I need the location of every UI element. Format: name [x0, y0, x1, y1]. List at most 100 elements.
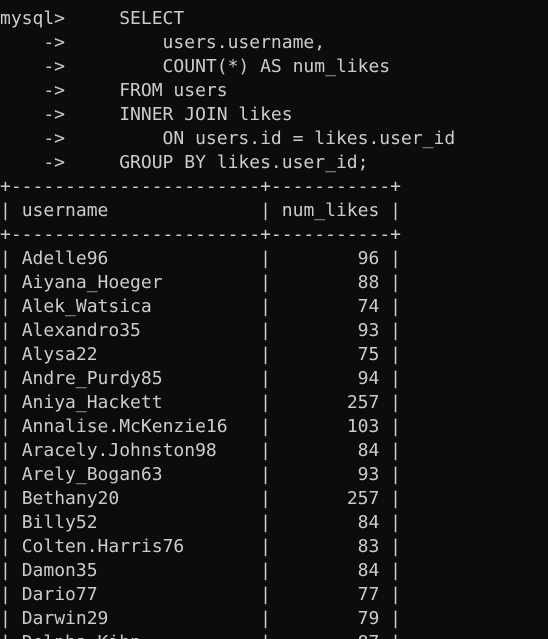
padding: | — [97, 560, 358, 581]
query-line: -> COUNT(*) AS num_likes — [0, 55, 455, 79]
padding: | — [162, 368, 358, 389]
column-separator: | — [0, 440, 22, 461]
column-header-username: username — [21, 200, 109, 221]
column-separator: | — [379, 512, 402, 533]
cell-username: Delpha.Kihn — [22, 632, 141, 639]
border-text: +-----------------------+-----------+ — [0, 176, 401, 197]
table-row: | Alysa22 | 75 | — [0, 343, 455, 367]
column-separator: | — [0, 416, 22, 437]
column-separator: | — [379, 632, 401, 639]
query-line: -> FROM users — [0, 79, 455, 103]
cell-num-likes: 94 — [357, 368, 380, 389]
padding: | — [162, 272, 358, 293]
cell-num-likes: 103 — [346, 416, 380, 437]
cell-username: Aniya_Hackett — [21, 392, 163, 413]
padding: | — [216, 440, 358, 461]
padding: | — [97, 584, 358, 605]
column-separator: | — [0, 488, 22, 509]
padding: | — [97, 344, 358, 365]
cell-num-likes: 84 — [357, 512, 380, 533]
table-row: | Dario77 | 77 | — [0, 583, 455, 607]
column-separator: | — [0, 464, 22, 485]
column-separator: | — [379, 296, 402, 317]
table-row: | Colten.Harris76 | 83 | — [0, 535, 455, 559]
cell-username: Dario77 — [21, 584, 98, 605]
column-separator: | — [0, 200, 22, 221]
cell-username: Alexandro35 — [21, 320, 141, 341]
table-row: | Aracely.Johnston98 | 84 | — [0, 439, 455, 463]
column-separator: | — [379, 560, 402, 581]
column-separator: | — [379, 272, 402, 293]
column-separator: | — [379, 368, 402, 389]
cell-username: Aracely.Johnston98 — [21, 440, 217, 461]
column-separator: | — [0, 296, 22, 317]
table-row: | Alexandro35 | 93 | — [0, 319, 455, 343]
column-separator: | — [0, 392, 22, 413]
padding: | — [140, 320, 358, 341]
table-row: | Adelle96 | 96 | — [0, 247, 455, 271]
cell-num-likes: 77 — [357, 584, 380, 605]
cell-username: Colten.Harris76 — [21, 536, 185, 557]
query-line: -> ON users.id = likes.user_id — [0, 127, 455, 151]
table-row: | Delpha.Kihn | 87 | — [0, 631, 455, 639]
column-separator: | — [0, 344, 22, 365]
cell-username: Aiyana_Hoeger — [21, 272, 163, 293]
cell-num-likes: 84 — [357, 440, 380, 461]
column-separator: | — [379, 440, 402, 461]
border-text: +-----------------------+-----------+ — [0, 224, 401, 245]
table-row: | Andre_Purdy85 | 94 | — [0, 367, 455, 391]
column-separator: | — [0, 560, 22, 581]
column-separator: | — [379, 488, 402, 509]
query-line: mysql> SELECT — [0, 7, 455, 31]
table-row: | Aiyana_Hoeger | 88 | — [0, 271, 455, 295]
padding: | — [141, 632, 358, 639]
column-separator: | — [0, 608, 22, 629]
padding: | — [97, 512, 358, 533]
query-line: -> GROUP BY likes.user_id; — [0, 151, 455, 175]
query-line: -> INNER JOIN likes — [0, 103, 455, 127]
sql-text: users.username, — [75, 32, 326, 53]
column-header-num-likes: num_likes — [281, 200, 380, 221]
sql-text: GROUP BY likes.user_id; — [75, 152, 369, 173]
padding: | — [151, 296, 358, 317]
table-row: | Arely_Bogan63 | 93 | — [0, 463, 455, 487]
cell-username: Darwin29 — [21, 608, 109, 629]
column-separator: | — [0, 272, 22, 293]
column-separator: | — [379, 416, 402, 437]
table-border: +-----------------------+-----------+ — [0, 223, 455, 247]
column-separator: | — [379, 320, 402, 341]
table-row: | Aniya_Hackett | 257 | — [0, 391, 455, 415]
table-row: | Bethany20 | 257 | — [0, 487, 455, 511]
prompt: -> — [0, 128, 76, 149]
prompt: -> — [0, 56, 76, 77]
cell-username: Billy52 — [21, 512, 98, 533]
column-separator: | — [0, 368, 22, 389]
table-row: | Billy52 | 84 | — [0, 511, 455, 535]
table-row: | Alek_Watsica | 74 | — [0, 295, 455, 319]
cell-username: Damon35 — [21, 560, 98, 581]
terminal-window[interactable]: mysql> SELECT -> users.username, -> COUN… — [0, 0, 548, 639]
prompt: -> — [0, 104, 76, 125]
cell-num-likes: 257 — [346, 488, 380, 509]
sql-text: ON users.id = likes.user_id — [75, 128, 456, 149]
terminal-output: mysql> SELECT -> users.username, -> COUN… — [0, 7, 455, 639]
cell-num-likes: 83 — [357, 536, 380, 557]
cell-num-likes: 93 — [357, 320, 380, 341]
column-separator: | — [379, 392, 402, 413]
cell-num-likes: 88 — [357, 272, 380, 293]
cell-username: Andre_Purdy85 — [21, 368, 163, 389]
column-separator: | — [379, 608, 402, 629]
cell-num-likes: 79 — [357, 608, 380, 629]
cell-num-likes: 93 — [357, 464, 380, 485]
cell-num-likes: 257 — [346, 392, 380, 413]
cell-username: Annalise.McKenzie16 — [21, 416, 228, 437]
cell-username: Arely_Bogan63 — [21, 464, 163, 485]
table-border: +-----------------------+-----------+ — [0, 175, 455, 199]
column-separator: | — [0, 584, 22, 605]
cell-num-likes: 84 — [357, 560, 380, 581]
table-row: | Annalise.McKenzie16 | 103 | — [0, 415, 455, 439]
column-separator: | — [379, 536, 402, 557]
column-separator: | — [0, 320, 22, 341]
prompt: -> — [0, 80, 76, 101]
cell-num-likes: 74 — [357, 296, 380, 317]
